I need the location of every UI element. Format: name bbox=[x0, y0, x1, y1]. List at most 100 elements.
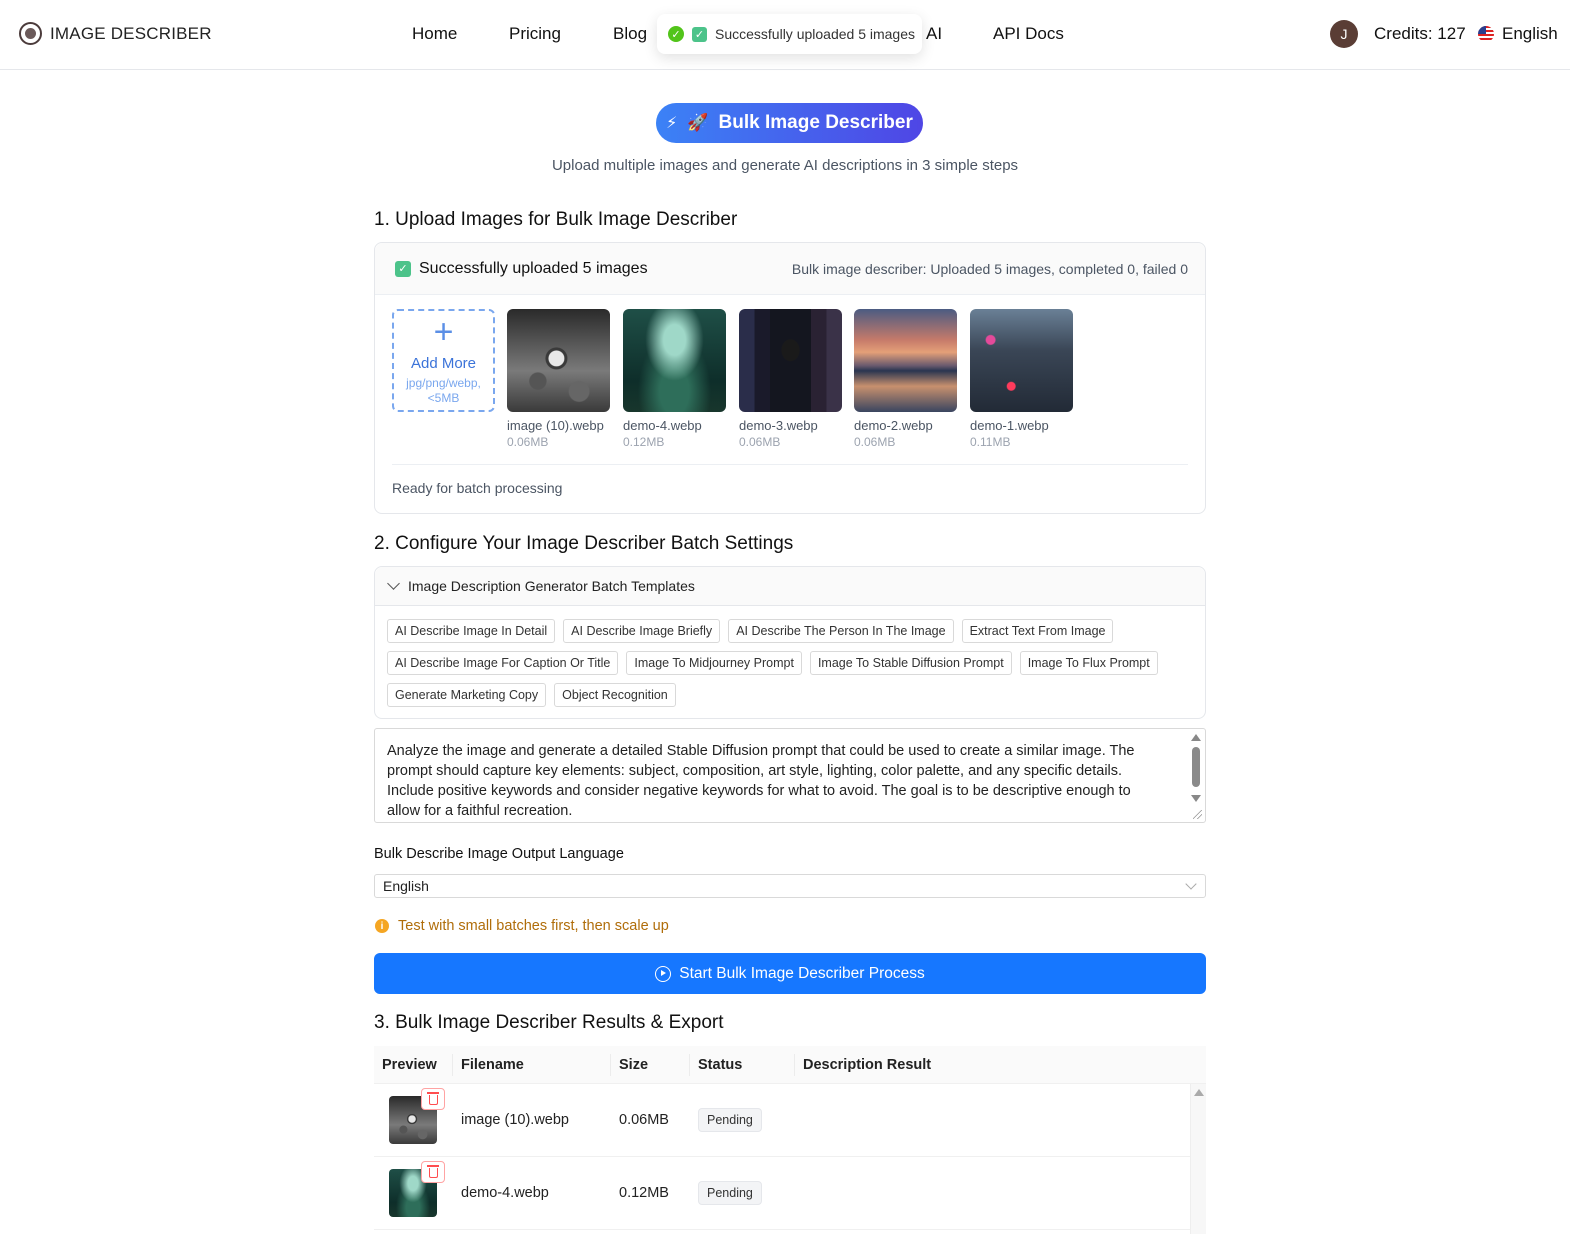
rocket-icon: 🚀 bbox=[687, 113, 709, 132]
start-process-label: Start Bulk Image Describer Process bbox=[679, 964, 925, 982]
nav-blog[interactable]: Blog bbox=[613, 24, 647, 44]
column-divider bbox=[794, 1054, 795, 1076]
batch-tip: i Test with small batches first, then sc… bbox=[375, 918, 669, 934]
row-filename: demo-4.webp bbox=[461, 1185, 549, 1201]
image-size: 0.11MB bbox=[970, 435, 1011, 449]
nav-ai[interactable]: AI bbox=[926, 24, 942, 44]
add-more-button[interactable]: + Add More jpg/png/webp, <5MB bbox=[392, 309, 495, 412]
template-tag[interactable]: AI Describe Image Briefly bbox=[563, 619, 721, 643]
delete-button[interactable] bbox=[421, 1161, 445, 1183]
check-square-icon: ✓ bbox=[395, 260, 411, 277]
ready-status: Ready for batch processing bbox=[392, 480, 563, 496]
scroll-up-icon bbox=[1191, 734, 1201, 741]
site-logo[interactable]: IMAGE DESCRIBER bbox=[19, 22, 212, 45]
image-filename: demo-2.webp bbox=[854, 418, 933, 433]
template-tag[interactable]: Object Recognition bbox=[554, 683, 676, 707]
templates-panel-header[interactable]: Image Description Generator Batch Templa… bbox=[375, 567, 1205, 606]
uploaded-image-card[interactable]: demo-1.webp 0.11MB bbox=[970, 309, 1073, 449]
template-tag[interactable]: Image To Midjourney Prompt bbox=[626, 651, 802, 675]
divider bbox=[392, 464, 1188, 465]
play-circle-icon bbox=[655, 965, 672, 982]
template-tag[interactable]: AI Describe The Person In The Image bbox=[728, 619, 954, 643]
image-filename: demo-1.webp bbox=[970, 418, 1049, 433]
nav-pricing[interactable]: Pricing bbox=[509, 24, 561, 44]
language-switcher[interactable]: English bbox=[1478, 24, 1558, 44]
start-process-button[interactable]: Start Bulk Image Describer Process bbox=[374, 953, 1206, 994]
table-row: image (10).webp 0.06MB Pending bbox=[374, 1084, 1190, 1157]
uploaded-image-card[interactable]: demo-3.webp 0.06MB bbox=[739, 309, 842, 449]
add-more-hint: jpg/png/webp, <5MB bbox=[406, 376, 481, 405]
status-badge: Pending bbox=[698, 1108, 762, 1132]
credits-display: Credits: 127 bbox=[1374, 24, 1466, 43]
table-header: Preview Filename Size Status Description… bbox=[374, 1046, 1206, 1084]
user-avatar[interactable]: J bbox=[1330, 20, 1358, 48]
image-thumbnail bbox=[854, 309, 957, 412]
image-thumbnail bbox=[739, 309, 842, 412]
template-tag[interactable]: Image To Flux Prompt bbox=[1019, 651, 1158, 675]
section-upload-title: 1. Upload Images for Bulk Image Describe… bbox=[374, 209, 738, 230]
image-size: 0.06MB bbox=[739, 435, 781, 449]
image-thumbnail bbox=[507, 309, 610, 412]
upload-status: Successfully uploaded 5 images bbox=[419, 259, 648, 277]
table-scrollbar[interactable] bbox=[1190, 1084, 1206, 1234]
image-size: 0.06MB bbox=[854, 435, 896, 449]
image-filename: demo-3.webp bbox=[739, 418, 818, 433]
uploaded-image-card[interactable]: demo-4.webp 0.12MB bbox=[623, 309, 726, 449]
logo-icon bbox=[19, 22, 42, 45]
prompt-textarea[interactable]: Analyze the image and generate a detaile… bbox=[374, 728, 1206, 823]
status-badge: Pending bbox=[698, 1181, 762, 1205]
templates-panel: Image Description Generator Batch Templa… bbox=[374, 566, 1206, 719]
hero-subtitle: Upload multiple images and generate AI d… bbox=[551, 157, 1019, 174]
upload-summary: Bulk image describer: Uploaded 5 images,… bbox=[791, 260, 1188, 277]
tip-text: Test with small batches first, then scal… bbox=[398, 918, 669, 934]
us-flag-icon bbox=[1478, 26, 1494, 42]
upload-card-header: ✓ Successfully uploaded 5 images Bulk im… bbox=[375, 243, 1205, 295]
resize-handle-icon[interactable] bbox=[1193, 810, 1202, 819]
output-language-select[interactable]: English bbox=[374, 874, 1206, 898]
row-size: 0.06MB bbox=[619, 1112, 669, 1128]
scroll-down-icon bbox=[1191, 795, 1201, 802]
upload-success-toast: ✓ ✓ Successfully uploaded 5 images bbox=[657, 14, 922, 54]
column-divider bbox=[689, 1054, 690, 1076]
output-language-value: English bbox=[383, 878, 429, 894]
prompt-scrollbar[interactable] bbox=[1190, 732, 1202, 808]
column-divider bbox=[610, 1054, 611, 1076]
chevron-down-icon bbox=[1185, 878, 1197, 890]
plus-icon: + bbox=[433, 313, 454, 351]
add-more-label: Add More bbox=[410, 355, 477, 372]
column-header: Description Result bbox=[803, 1057, 932, 1073]
row-size: 0.12MB bbox=[619, 1185, 669, 1201]
top-navbar: IMAGE DESCRIBER Home Pricing Blog AI API… bbox=[0, 0, 1570, 70]
nav-api-docs[interactable]: API Docs bbox=[993, 24, 1064, 44]
row-filename: image (10).webp bbox=[461, 1112, 569, 1128]
table-row: demo-4.webp 0.12MB Pending bbox=[374, 1157, 1190, 1230]
image-thumbnail bbox=[970, 309, 1073, 412]
image-thumbnail bbox=[623, 309, 726, 412]
delete-button[interactable] bbox=[421, 1088, 445, 1110]
template-tag[interactable]: Image To Stable Diffusion Prompt bbox=[809, 651, 1012, 675]
prompt-text: Analyze the image and generate a detaile… bbox=[387, 743, 1135, 819]
template-tag[interactable]: Generate Marketing Copy bbox=[387, 683, 547, 707]
uploaded-image-card[interactable]: image (10).webp 0.06MB bbox=[507, 309, 610, 449]
check-circle-icon: ✓ bbox=[668, 26, 684, 42]
column-header: Preview bbox=[382, 1057, 437, 1073]
template-tag[interactable]: Extract Text From Image bbox=[961, 619, 1114, 643]
bulk-image-describer-badge[interactable]: ⚡ 🚀 Bulk Image Describer bbox=[656, 103, 923, 143]
upload-card: ✓ Successfully uploaded 5 images Bulk im… bbox=[374, 242, 1206, 514]
trash-icon bbox=[426, 1165, 439, 1178]
chevron-down-icon bbox=[387, 577, 400, 590]
output-language-label: Bulk Describe Image Output Language bbox=[374, 846, 624, 862]
scroll-up-icon bbox=[1193, 1089, 1204, 1096]
template-tag[interactable]: AI Describe Image In Detail bbox=[387, 619, 556, 643]
lightning-icon: ⚡ bbox=[666, 115, 678, 132]
language-label: English bbox=[1502, 24, 1558, 43]
image-filename: demo-4.webp bbox=[623, 418, 702, 433]
nav-home[interactable]: Home bbox=[412, 24, 457, 44]
template-tag[interactable]: AI Describe Image For Caption Or Title bbox=[387, 651, 619, 675]
trash-icon bbox=[426, 1092, 439, 1105]
uploaded-image-card[interactable]: demo-2.webp 0.06MB bbox=[854, 309, 957, 449]
column-divider bbox=[452, 1054, 453, 1076]
scroll-thumb[interactable] bbox=[1192, 747, 1200, 787]
image-size: 0.12MB bbox=[623, 435, 665, 449]
column-header: Status bbox=[698, 1057, 743, 1073]
